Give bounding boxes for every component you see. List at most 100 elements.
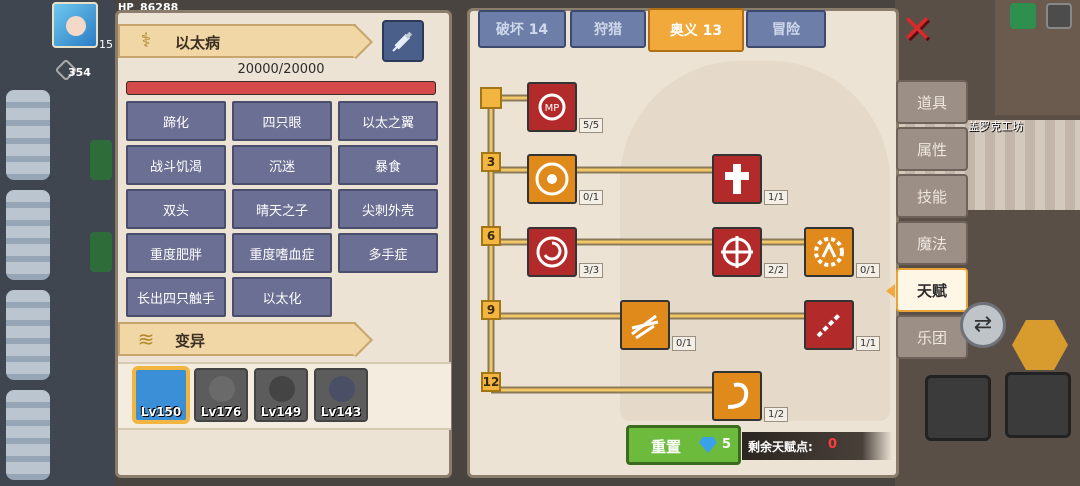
active-tab-arrow [886,284,895,298]
pet-portrait [329,376,355,402]
cross-target-icon [721,236,753,268]
side-tab-3[interactable]: 魔法 [896,221,968,265]
plant-decor [90,140,112,180]
pet-level: Lv150 [140,405,182,419]
pet-portrait [269,376,295,402]
pet-slot[interactable]: Lv149 [254,368,308,422]
syringe-button[interactable] [382,20,424,62]
talent-count: 2/2 [764,263,789,278]
talent-count: 3/3 [579,263,604,278]
mutation-title: 变异 [175,332,206,350]
hero-avatar[interactable] [52,2,98,48]
tier-marker: 3 [481,152,501,172]
svg-text:MP: MP [545,103,560,114]
disease-title: 以太病 [175,34,221,52]
talent-count: 0/1 [856,263,881,278]
trait-item[interactable]: 重度肥胖 [126,233,226,273]
pet-slot[interactable]: Lv150 [134,368,188,422]
pet-level: Lv143 [320,405,362,419]
gear-shield-icon [814,237,844,267]
gem-cost: 5 [722,437,732,452]
lightning-node[interactable] [620,300,670,350]
side-tab-1[interactable]: 属性 [896,127,968,171]
remaining-label: 剩余天赋点: [748,440,813,454]
tier-marker: 12 [481,372,501,392]
pet-level: Lv176 [200,405,242,419]
cyclone-node[interactable] [712,371,762,421]
pet-level: Lv149 [260,405,302,419]
talent-count: 1/2 [764,407,789,422]
minimize-icon[interactable] [1046,3,1072,29]
cross-target-node[interactable] [712,227,762,277]
side-tab-0[interactable]: 道具 [896,80,968,124]
disease-hp-bar [126,81,436,95]
talent-count: 5/5 [579,118,604,133]
tree-decor [6,390,50,480]
trait-item[interactable]: 四只眼 [232,101,332,141]
pet-slot[interactable]: Lv176 [194,368,248,422]
gear-count: 354 [68,66,91,79]
remaining-value: 0 [828,437,838,452]
plant-decor [90,232,112,272]
trait-item[interactable]: 蹄化 [126,101,226,141]
syringe-icon [392,31,413,52]
map-globe-icon[interactable] [1010,3,1036,29]
gear-shield-node[interactable] [804,227,854,277]
tier-marker: 9 [481,300,501,320]
swap-icon[interactable]: ⇄ [960,302,1006,348]
caduceus-icon: ⚕ [140,28,152,52]
tree-decor [6,290,50,380]
cyclone-icon [727,382,749,409]
side-tab-2[interactable]: 技能 [896,174,968,218]
remaining-points: 剩余天赋点: 0 [742,432,892,460]
side-tab-4[interactable]: 天赋 [896,268,968,312]
talent-count: 1/1 [764,190,789,205]
spiral-node[interactable] [527,227,577,277]
trait-item[interactable]: 长出四只触手 [126,277,226,317]
mp-icon: MP [538,93,566,121]
trait-item[interactable]: 以太之翼 [338,101,438,141]
trait-grid: 蹄化 四只眼 以太之翼战斗饥渴 沉迷 暴食双头 晴天之子 尖刺外壳重度肥胖 重度嗜血症 多手症长… [126,101,438,317]
trait-item[interactable]: 尖刺外壳 [338,189,438,229]
chain-break-icon [816,312,842,338]
hero-level: 15 [99,38,113,51]
hp-bar-fill [127,82,435,94]
close-icon[interactable]: ✕ [900,10,934,48]
pet-portrait [149,376,175,402]
game-screen: 盖罗克工坊 HP 86288 15 354 ⚕ 以太病 20000/20000 … [0,0,1080,486]
side-tab-5[interactable]: 乐团 [896,315,968,359]
mp-node[interactable]: MP [527,82,577,132]
vortex-node[interactable] [527,154,577,204]
reset-button[interactable]: 重置 5 [626,425,741,465]
location-label: 盖罗克工坊 [968,120,1023,133]
holy-hand-icon [725,164,749,194]
gem-icon [699,437,717,453]
chain-break-node[interactable] [804,300,854,350]
pet-portrait [209,376,235,402]
trait-item[interactable]: 重度嗜血症 [232,233,332,273]
tree-decor [6,90,50,180]
tier-marker: 6 [481,226,501,246]
trait-item[interactable]: 以太化 [232,277,332,317]
tree-decor [6,190,50,280]
vortex-icon [535,162,569,196]
talent-count: 0/1 [672,336,697,351]
reset-label: 重置 [651,438,682,456]
trait-item[interactable]: 战斗饥渴 [126,145,226,185]
hero-face [66,16,86,36]
bow-icon[interactable] [1005,372,1071,438]
trait-item[interactable]: 沉迷 [232,145,332,185]
trait-item[interactable]: 多手症 [338,233,438,273]
dna-icon: ≋ [137,327,155,351]
holy-hand-node[interactable] [712,154,762,204]
sword-icon[interactable] [925,375,991,441]
pet-slot[interactable]: Lv143 [314,368,368,422]
talent-count: 1/1 [856,336,881,351]
disease-hp-text: 20000/20000 [237,62,325,77]
talent-count: 0/1 [579,190,604,205]
spiral-icon [536,236,568,268]
lightning-icon [631,314,659,340]
trait-item[interactable]: 双头 [126,189,226,229]
trait-item[interactable]: 暴食 [338,145,438,185]
trait-item[interactable]: 晴天之子 [232,189,332,229]
